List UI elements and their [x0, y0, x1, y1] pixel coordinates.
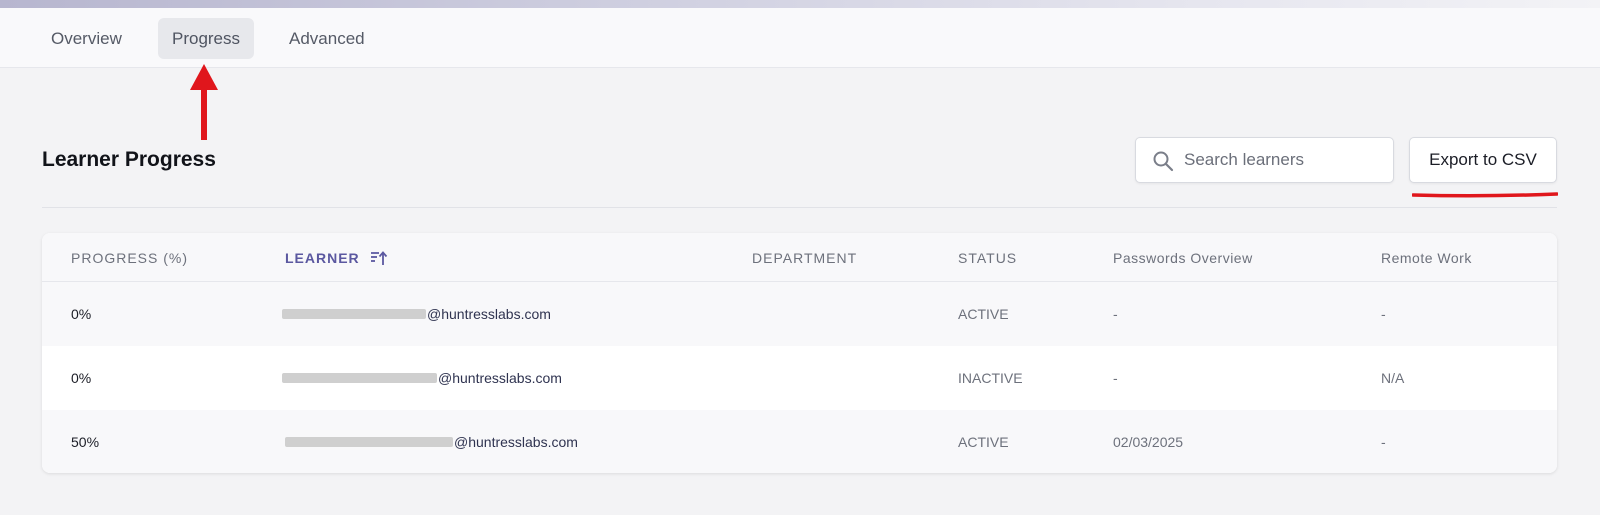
column-header-label: Passwords Overview	[1113, 249, 1253, 266]
learner-table: PROGRESS (%) LEARNER DEPARTMENT STATUS P…	[42, 233, 1557, 473]
status-cell: ACTIVE	[958, 306, 1009, 322]
column-header-passwords-overview[interactable]: Passwords Overview	[1113, 233, 1253, 282]
section-divider	[42, 207, 1557, 208]
column-header-label: LEARNER	[285, 249, 360, 266]
search-box[interactable]	[1135, 137, 1394, 183]
remote-work-cell: N/A	[1381, 370, 1405, 386]
tab-overview[interactable]: Overview	[36, 18, 137, 59]
search-icon	[1153, 151, 1174, 172]
red-arrow-up-icon	[190, 64, 218, 140]
red-underline-annotation	[1412, 192, 1558, 198]
learner-email-domain: @huntresslabs.com	[454, 434, 578, 450]
remote-work-cell: -	[1381, 434, 1386, 450]
top-gradient-strip	[0, 0, 1600, 8]
tab-progress[interactable]: Progress	[158, 18, 254, 59]
column-header-department[interactable]: DEPARTMENT	[752, 233, 857, 282]
table-row[interactable]: 0% @huntresslabs.com ACTIVE - -	[42, 282, 1557, 346]
sort-ascending-icon[interactable]	[370, 250, 388, 266]
tab-bar: Overview Progress Advanced	[0, 8, 1600, 68]
redacted-name	[282, 309, 426, 319]
passwords-overview-cell: 02/03/2025	[1113, 434, 1184, 450]
remote-work-cell: -	[1381, 306, 1386, 322]
column-header-label: Remote Work	[1381, 249, 1472, 266]
learner-email-cell: @huntresslabs.com	[282, 282, 551, 346]
column-header-remote-work[interactable]: Remote Work	[1381, 233, 1472, 282]
status-cell: ACTIVE	[958, 434, 1009, 450]
search-input[interactable]	[1184, 138, 1384, 182]
passwords-overview-cell: -	[1113, 306, 1118, 322]
column-header-progress[interactable]: PROGRESS (%)	[71, 233, 188, 282]
column-header-learner[interactable]: LEARNER	[285, 233, 388, 282]
redacted-name	[282, 373, 437, 383]
column-header-label: DEPARTMENT	[752, 249, 858, 266]
learner-email-domain: @huntresslabs.com	[438, 370, 562, 386]
tab-advanced[interactable]: Advanced	[274, 18, 380, 59]
column-header-label: STATUS	[958, 249, 1018, 266]
status-cell: INACTIVE	[958, 370, 1023, 386]
passwords-overview-cell: -	[1113, 370, 1118, 386]
learner-email-cell: @huntresslabs.com	[282, 346, 562, 410]
progress-cell: 0%	[71, 370, 92, 386]
table-header: PROGRESS (%) LEARNER DEPARTMENT STATUS P…	[42, 233, 1557, 282]
progress-cell: 50%	[71, 434, 100, 450]
column-header-label: PROGRESS (%)	[71, 249, 189, 266]
learner-email-domain: @huntresslabs.com	[427, 306, 551, 322]
table-row[interactable]: 0% @huntresslabs.com INACTIVE - N/A	[42, 346, 1557, 410]
column-header-status[interactable]: STATUS	[958, 233, 1017, 282]
export-csv-button[interactable]: Export to CSV	[1409, 137, 1557, 183]
learner-email-cell: @huntresslabs.com	[285, 410, 578, 473]
page-title: Learner Progress	[42, 148, 216, 171]
progress-cell: 0%	[71, 306, 92, 322]
redacted-name	[285, 437, 453, 447]
table-row[interactable]: 50% @huntresslabs.com ACTIVE 02/03/2025 …	[42, 410, 1557, 473]
